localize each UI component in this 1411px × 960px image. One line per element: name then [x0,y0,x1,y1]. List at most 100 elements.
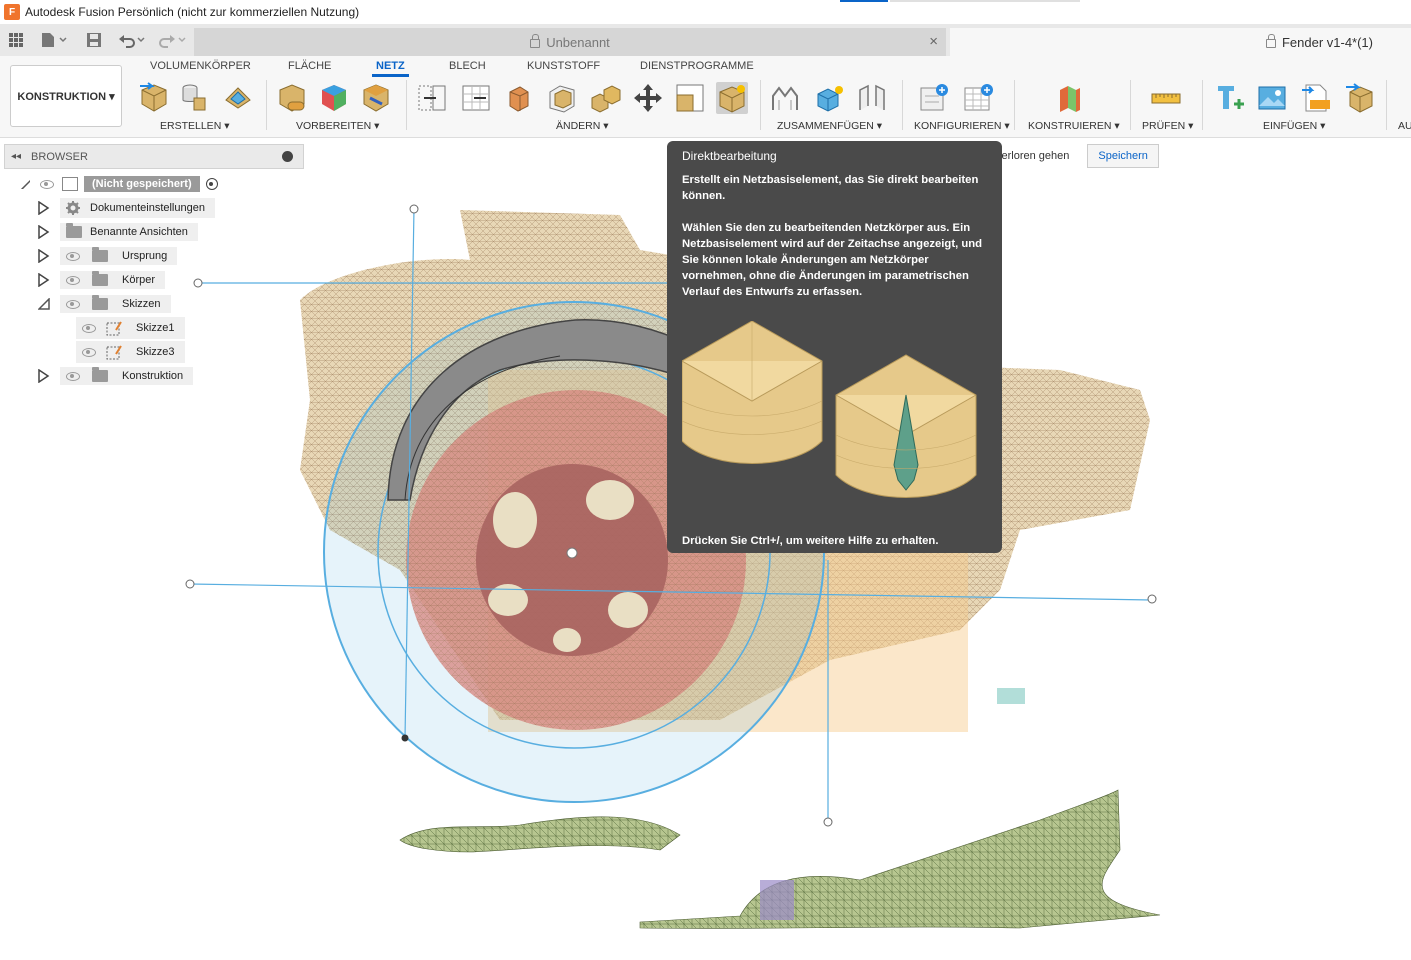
tab-fender[interactable]: Fender v1-4*(1) [950,28,1411,56]
merge-tool-icon[interactable] [770,82,802,114]
insert-mesh-file-tool-icon[interactable] [1344,82,1376,114]
browser-item-skizze3[interactable]: Skizze3 [76,341,185,363]
workspace-switcher-button[interactable]: KONSTRUKTION ▾ [10,65,122,127]
prepare-mesh-tool-icon[interactable] [276,82,308,114]
sketch-icon [106,321,122,336]
browser-panel-header: ◂◂ BROWSER [4,144,304,169]
group-vorbereiten[interactable]: VORBEREITEN ▾ [296,120,379,132]
expanded-triangle-icon[interactable] [38,298,50,310]
sketch-origin-point[interactable] [401,734,409,742]
title-bar: F Autodesk Fusion Persönlich (nicht zur … [0,0,1411,24]
group-pruefen[interactable]: PRÜFEN ▾ [1142,120,1193,132]
browser-item-dokumenteinstellungen[interactable]: Dokumenteinstellungen [38,198,215,218]
direct-edit-tooltip: Direktbearbeitung Erstellt ein Netzbasis… [667,141,1002,553]
item-label: Ursprung [122,250,168,262]
tab-kunststoff[interactable]: KUNSTSTOFF [527,60,600,72]
generate-face-groups-tool-icon[interactable] [318,82,350,114]
collapsed-triangle-icon[interactable] [38,369,50,383]
tab-blech[interactable]: BLECH [449,60,486,72]
visibility-eye-icon[interactable] [82,347,96,357]
direct-edit-tool-icon[interactable] [716,82,748,114]
insert-svg-tool-icon[interactable] [1300,82,1332,114]
tab-netz[interactable]: NETZ [372,60,409,77]
folder-icon [92,367,108,382]
tab-flaeche[interactable]: FLÄCHE [288,60,331,72]
visibility-eye-icon[interactable] [82,323,96,333]
repair-mesh-tool-icon[interactable] [360,82,392,114]
tooltip-title: Direktbearbeitung [682,149,777,163]
grid-menu-icon[interactable] [8,30,24,50]
combine-tool-icon[interactable] [590,82,622,114]
tab-volumenkoerper[interactable]: VOLUMENKÖRPER [150,60,251,72]
browser-item-koerper[interactable]: Körper [38,270,166,290]
offset-plane-tool-icon[interactable] [1054,82,1086,114]
collapse-panel-icon[interactable]: ◂◂ [11,151,21,162]
redo-icon[interactable] [158,30,188,50]
insert-mesh-tool-icon[interactable] [138,82,170,114]
title-accent-secondary [890,0,1080,2]
cube-after-icon [835,354,977,498]
group-konfigurieren[interactable]: KONFIGURIEREN ▾ [914,120,1010,132]
configure-tool-icon[interactable] [918,82,950,114]
group-erstellen[interactable]: ERSTELLEN ▾ [160,120,229,132]
mesh-face-group [760,880,794,920]
insert-canvas-tool-icon[interactable] [1256,82,1288,114]
tab-dienstprogramme[interactable]: DIENSTPROGRAMME [640,60,754,72]
create-face-group-tool-icon[interactable] [222,82,254,114]
remesh-tool-icon[interactable] [460,82,492,114]
move-tool-icon[interactable] [632,82,664,114]
folder-icon [92,247,108,262]
browser-root[interactable]: (Nicht gespeichert) [20,174,218,194]
group-einfuegen[interactable]: EINFÜGEN ▾ [1263,120,1325,132]
item-label: Dokumenteinstellungen [90,202,205,214]
browser-item-konstruktion[interactable]: Konstruktion [38,366,194,386]
tessellate-tool-icon[interactable] [180,82,212,114]
browser-item-skizzen[interactable]: Skizzen [38,294,171,314]
tooltip-details: Wählen Sie den zu bearbeitenden Netzkörp… [682,222,983,298]
collapsed-triangle-icon[interactable] [38,201,50,215]
insert-derive-tool-icon[interactable] [1214,82,1246,114]
collapsed-triangle-icon[interactable] [38,249,50,263]
item-label: Skizze3 [136,346,175,358]
item-label: Körper [122,274,156,286]
browser-item-ursprung[interactable]: Ursprung [38,246,178,266]
stitch-tool-icon[interactable] [856,82,888,114]
visibility-eye-icon[interactable] [66,299,80,309]
group-aendern[interactable]: ÄNDERN ▾ [556,120,609,132]
shell-tool-icon[interactable] [546,82,578,114]
panel-options-icon[interactable] [282,151,293,162]
separator [406,80,407,130]
close-tab-icon[interactable]: × [929,33,938,50]
sketch-icon [106,345,122,360]
activate-radio-icon[interactable] [205,178,218,190]
visibility-eye-icon[interactable] [66,251,80,261]
group-zusammenfuegen[interactable]: ZUSAMMENFÜGEN ▾ [777,120,882,132]
save-icon[interactable] [86,30,102,50]
configuration-table-icon[interactable] [962,82,994,114]
lower-mesh-strip-left-wire [400,816,680,852]
visibility-eye-icon[interactable] [40,179,54,189]
collapsed-triangle-icon[interactable] [38,273,50,287]
file-menu-icon[interactable] [40,30,68,50]
convert-mesh-tool-icon[interactable] [814,82,846,114]
reduce-tool-icon[interactable] [502,82,534,114]
group-truncated[interactable]: AU [1398,120,1411,132]
measure-tool-icon[interactable] [1150,82,1182,114]
component-icon [62,177,78,191]
scale-mesh-tool-icon[interactable] [674,82,706,114]
tab-unbenannt[interactable]: Unbenannt × [194,28,946,56]
visibility-eye-icon[interactable] [66,371,80,381]
collapsed-triangle-icon[interactable] [38,225,50,239]
browser-item-benannte-ansichten[interactable]: Benannte Ansichten [38,222,198,242]
wheel-center [566,547,578,559]
save-button[interactable]: Speichern [1087,144,1159,168]
undo-icon[interactable] [118,30,148,50]
browser-item-skizze1[interactable]: Skizze1 [76,317,185,339]
browser-title: BROWSER [31,150,88,163]
group-konstruieren[interactable]: KONSTRUIEREN ▾ [1028,120,1120,132]
expanded-triangle-icon[interactable] [20,179,30,189]
root-component-label[interactable]: (Nicht gespeichert) [84,176,200,192]
plane-cut-tool-icon[interactable] [416,82,448,114]
visibility-eye-icon[interactable] [66,275,80,285]
notice-text: verloren gehen [996,150,1070,162]
